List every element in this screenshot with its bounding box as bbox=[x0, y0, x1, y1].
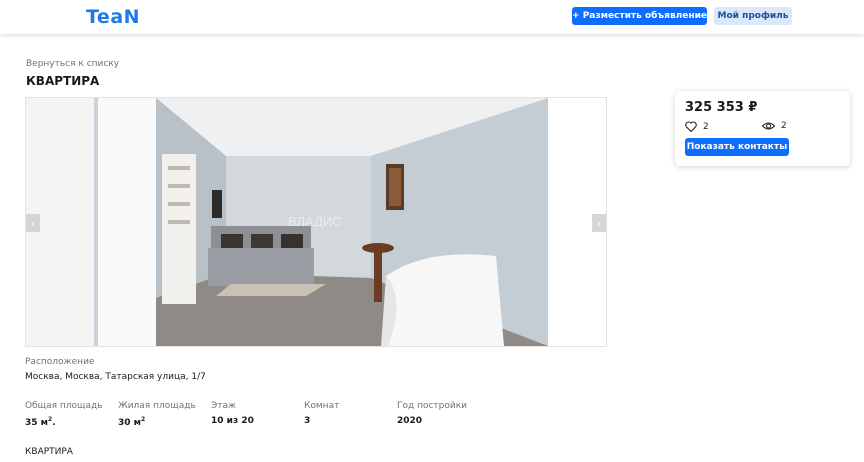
price-card: 325 353 ₽ 2 2 Показать контакты bbox=[675, 91, 850, 166]
spec-label: Общая площадь bbox=[25, 401, 103, 411]
listing-description: КВАРТИРА bbox=[25, 447, 73, 457]
spec-value: 35 м2. bbox=[25, 416, 56, 428]
my-profile-button[interactable]: Мой профиль bbox=[714, 7, 792, 25]
spec-rooms: Комнат 3 bbox=[304, 401, 339, 426]
gallery-prev-arrow[interactable]: ‹ bbox=[26, 214, 40, 232]
price: 325 353 ₽ bbox=[685, 100, 758, 115]
photo-watermark: ВЛАДИС bbox=[288, 214, 342, 229]
spec-value: 30 м2 bbox=[118, 416, 146, 428]
apartment-photo: ВЛАДИС bbox=[26, 98, 606, 346]
photo-gallery[interactable]: ВЛАДИС ‹ › bbox=[25, 97, 607, 347]
views-count: 2 bbox=[781, 121, 787, 131]
favorites-count: 2 bbox=[703, 121, 709, 132]
site-logo[interactable]: TeaN bbox=[86, 6, 140, 28]
spec-value: 3 bbox=[304, 416, 311, 426]
location-value: Москва, Москва, Татарская улица, 1/7 bbox=[25, 372, 206, 382]
spec-total-area: Общая площадь 35 м2. bbox=[25, 401, 103, 428]
page-title: КВАРТИРА bbox=[26, 74, 100, 88]
spec-build-year: Год постройки 2020 bbox=[397, 401, 467, 426]
spec-label: Жилая площадь bbox=[118, 401, 196, 411]
spec-floor: Этаж 10 из 20 bbox=[211, 401, 254, 426]
back-to-list-link[interactable]: Вернуться к списку bbox=[26, 59, 119, 69]
favorites-stat[interactable]: 2 bbox=[685, 121, 709, 132]
show-contacts-button[interactable]: Показать контакты bbox=[685, 138, 789, 156]
gallery-next-arrow[interactable]: › bbox=[592, 214, 606, 232]
post-ad-button[interactable]: + Разместить объявление bbox=[572, 7, 707, 25]
spec-value: 2020 bbox=[397, 416, 423, 426]
spec-label: Комнат bbox=[304, 401, 340, 411]
spec-living-area: Жилая площадь 30 м2 bbox=[118, 401, 196, 428]
spec-label: Этаж bbox=[211, 401, 237, 411]
heart-icon bbox=[685, 121, 697, 132]
location-label: Расположение bbox=[25, 357, 95, 367]
eye-icon bbox=[762, 122, 775, 130]
spec-label: Год постройки bbox=[397, 401, 468, 411]
top-header: TeaN + Разместить объявление Мой профиль bbox=[0, 0, 864, 34]
spec-value: 10 из 20 bbox=[211, 416, 254, 426]
views-stat: 2 bbox=[762, 121, 787, 131]
